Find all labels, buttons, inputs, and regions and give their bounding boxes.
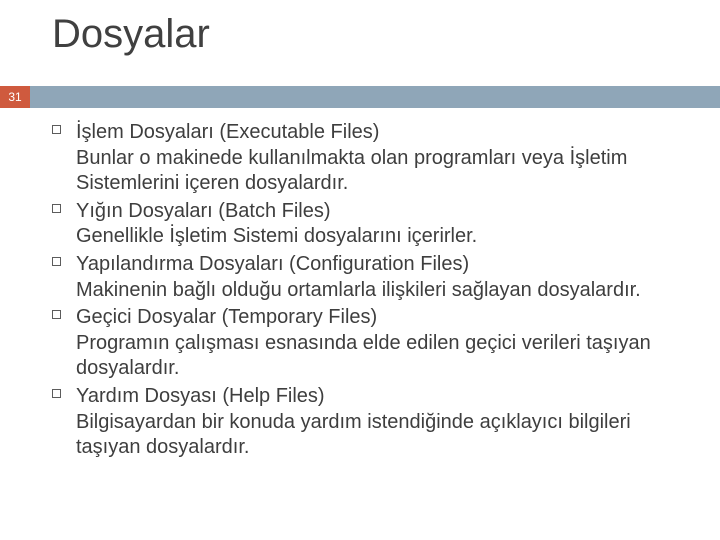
- list-item-lead: Yardım Dosyası (Help Files): [76, 384, 690, 410]
- list-item-lead: Geçici Dosyalar (Temporary Files): [76, 305, 690, 331]
- list-item-lead: Yapılandırma Dosyaları (Configuration Fi…: [76, 252, 690, 278]
- list-item: Yığın Dosyaları (Batch Files) Genellikle…: [52, 199, 690, 250]
- page-number: 31: [0, 86, 30, 108]
- bullet-icon: [52, 252, 76, 266]
- bullet-icon: [52, 305, 76, 319]
- list-item-desc: Bunlar o makinede kullanılmakta olan pro…: [76, 146, 690, 197]
- list-item-desc: Programın çalışması esnasında elde edile…: [76, 331, 690, 382]
- list-item: Yardım Dosyası (Help Files) Bilgisayarda…: [52, 384, 690, 461]
- list-item: Geçici Dosyalar (Temporary Files) Progra…: [52, 305, 690, 382]
- bullet-icon: [52, 120, 76, 134]
- bullet-icon: [52, 199, 76, 213]
- list-item-desc: Bilgisayardan bir konuda yardım istendiğ…: [76, 410, 690, 461]
- list-item-desc: Genellikle İşletim Sistemi dosyalarını i…: [76, 224, 690, 250]
- accent-bar: [30, 86, 720, 108]
- list-item-text: Yardım Dosyası (Help Files) Bilgisayarda…: [76, 384, 690, 461]
- list-item-text: Yığın Dosyaları (Batch Files) Genellikle…: [76, 199, 690, 250]
- list-item: Yapılandırma Dosyaları (Configuration Fi…: [52, 252, 690, 303]
- list-item-lead: Yığın Dosyaları (Batch Files): [76, 199, 690, 225]
- list-item-desc: Makinenin bağlı olduğu ortamlarla ilişki…: [76, 278, 690, 304]
- body: İşlem Dosyaları (Executable Files) Bunla…: [52, 120, 690, 463]
- list-item-text: Geçici Dosyalar (Temporary Files) Progra…: [76, 305, 690, 382]
- list-item-text: İşlem Dosyaları (Executable Files) Bunla…: [76, 120, 690, 197]
- slide-title: Dosyalar: [52, 12, 210, 57]
- bullet-icon: [52, 384, 76, 398]
- accent-band: 31: [0, 86, 720, 108]
- slide: Dosyalar 31 İşlem Dosyaları (Executable …: [0, 0, 720, 540]
- list-item: İşlem Dosyaları (Executable Files) Bunla…: [52, 120, 690, 197]
- list-item-text: Yapılandırma Dosyaları (Configuration Fi…: [76, 252, 690, 303]
- list-item-lead: İşlem Dosyaları (Executable Files): [76, 120, 690, 146]
